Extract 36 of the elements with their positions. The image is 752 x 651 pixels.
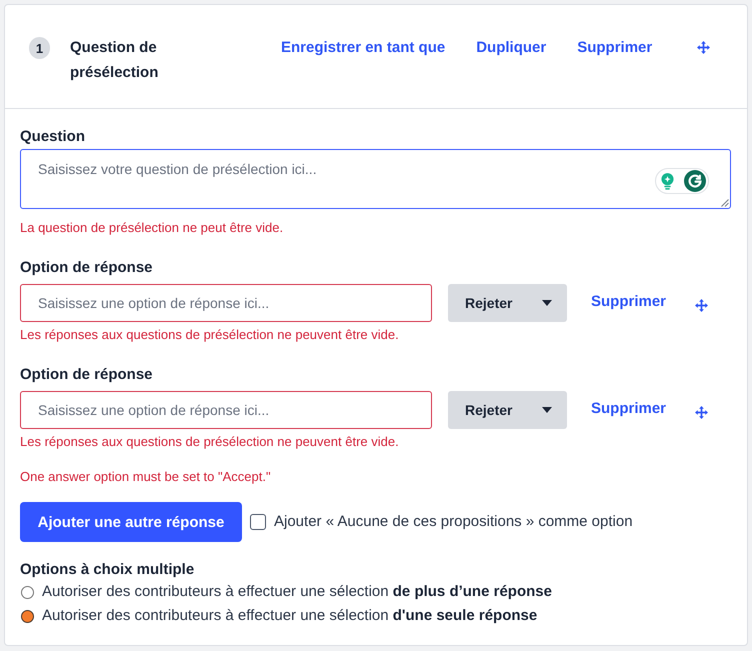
delete-link[interactable]: Supprimer	[591, 391, 666, 427]
status-dropdown[interactable]: Rejeter	[448, 391, 567, 429]
add-answer-button[interactable]: Ajouter une autre réponse	[20, 502, 242, 542]
radio-label: Autoriser des contributeurs à effectuer une sélection d'une seule réponse	[42, 606, 538, 626]
answer-option-label: Option de réponse	[20, 258, 153, 278]
question-title: Question de présélection	[70, 38, 160, 83]
move-icon[interactable]	[697, 41, 710, 54]
radio-button[interactable]	[21, 586, 34, 598]
checkbox-label: Ajouter « Aucune de ces propositions » comme option	[274, 512, 633, 532]
resize-handle-icon[interactable]	[721, 199, 729, 207]
error-message: One answer option must be set to "Accept."	[20, 468, 271, 486]
header-link[interactable]: Dupliquer	[476, 35, 546, 60]
header-link[interactable]: Enregistrer en tant que	[281, 35, 446, 60]
error-message: Les réponses aux questions de présélection ne peuvent être vide.	[20, 326, 399, 344]
writing-assistant-widget[interactable]	[655, 168, 709, 194]
caret-icon	[542, 407, 552, 413]
caret-icon	[542, 300, 552, 306]
move-icon[interactable]	[695, 299, 708, 312]
question-label: Question	[20, 127, 86, 147]
section-heading: Options à choix multiple	[20, 560, 194, 580]
move-icon[interactable]	[695, 406, 708, 419]
header-link[interactable]: Supprimer	[577, 35, 652, 60]
radio-button[interactable]	[21, 610, 34, 622]
lightbulb-icon	[661, 172, 674, 190]
question-number-badge: 1	[29, 37, 50, 59]
delete-link[interactable]: Supprimer	[591, 284, 666, 320]
answer-option-label: Option de réponse	[20, 365, 153, 385]
status-dropdown[interactable]: Rejeter	[448, 284, 567, 322]
checkbox[interactable]	[250, 514, 266, 530]
g-logo-icon[interactable]	[684, 170, 706, 192]
answer-option-field[interactable]: Saisissez une option de réponse ici...	[20, 391, 432, 429]
error-message: Les réponses aux questions de présélection ne peuvent être vide.	[20, 433, 399, 451]
radio-label: Autoriser des contributeurs à effectuer une sélection de plus d’une réponse	[42, 582, 552, 602]
answer-option-field[interactable]: Saisissez une option de réponse ici...	[20, 284, 432, 322]
question-field[interactable]: Saisissez votre question de présélection ici...	[20, 149, 731, 209]
error-message: La question de présélection ne peut être vide.	[20, 219, 284, 237]
